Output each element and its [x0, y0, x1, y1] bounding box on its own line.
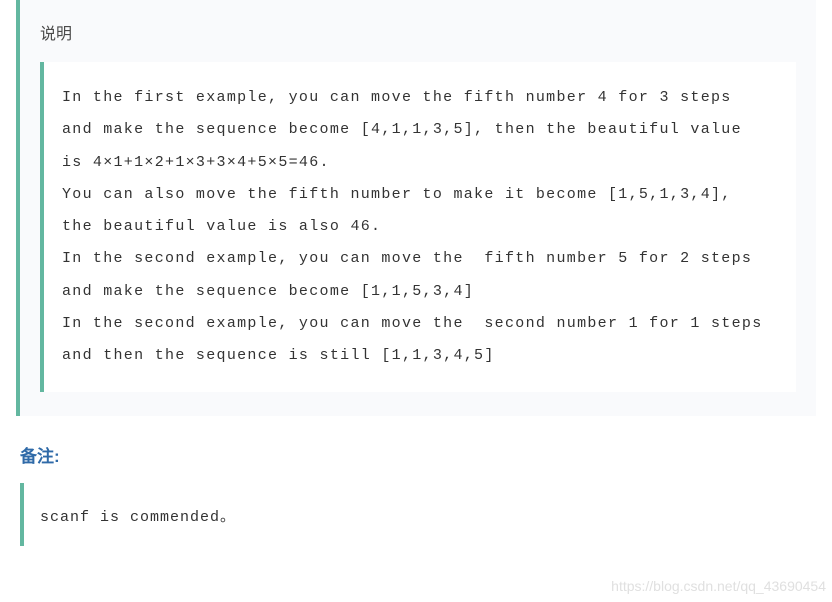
watermark: https://blog.csdn.net/qq_43690454 — [611, 578, 826, 594]
explanation-section: 说明 In the first example, you can move th… — [16, 0, 816, 416]
explanation-content-box: In the first example, you can move the f… — [40, 62, 796, 392]
remark-title: 备注: — [20, 442, 832, 467]
remark-box: scanf is commended。 — [20, 483, 816, 546]
remark-text: scanf is commended。 — [40, 505, 796, 526]
section-title: 说明 — [20, 0, 816, 62]
explanation-text: In the first example, you can move the f… — [62, 82, 772, 372]
